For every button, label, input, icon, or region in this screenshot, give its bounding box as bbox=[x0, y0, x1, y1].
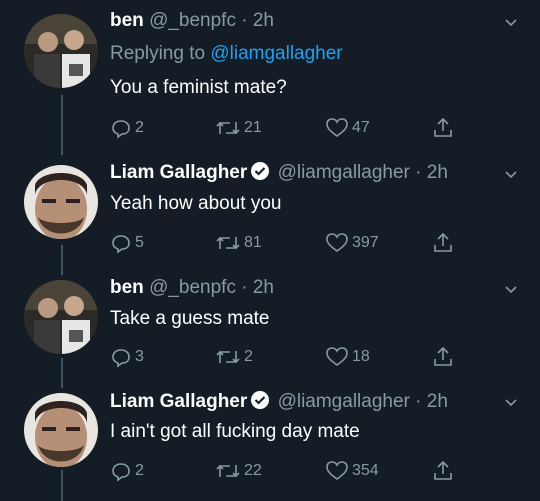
reply-count: 5 bbox=[135, 234, 144, 251]
share-icon bbox=[434, 346, 452, 366]
verified-badge-icon bbox=[251, 162, 270, 180]
reply-icon bbox=[112, 120, 130, 139]
separator: · bbox=[241, 10, 248, 31]
reply-icon bbox=[112, 463, 130, 482]
author-name[interactable]: ben bbox=[110, 10, 144, 31]
tweet-header: Liam Gallagher @liamgallagher · 2h bbox=[110, 390, 448, 413]
chevron-down-icon[interactable] bbox=[503, 281, 519, 297]
like-count: 47 bbox=[352, 119, 370, 136]
chevron-down-icon[interactable] bbox=[503, 14, 519, 30]
avatar[interactable] bbox=[24, 280, 98, 354]
separator: · bbox=[415, 391, 422, 412]
like-count: 354 bbox=[352, 462, 379, 479]
reply-icon bbox=[112, 349, 130, 368]
timestamp[interactable]: 2h bbox=[253, 10, 274, 31]
share-button[interactable] bbox=[432, 117, 457, 139]
share-button[interactable] bbox=[432, 346, 457, 368]
heart-icon bbox=[326, 118, 348, 137]
share-icon bbox=[434, 460, 452, 480]
share-icon bbox=[434, 117, 452, 137]
replying-mention[interactable]: @liamgallagher bbox=[210, 43, 342, 64]
retweet-button[interactable]: 22 bbox=[215, 460, 262, 482]
retweet-icon bbox=[216, 236, 240, 250]
retweet-button[interactable]: 81 bbox=[215, 232, 262, 254]
tweet-header: Liam Gallagher @liamgallagher · 2h bbox=[110, 161, 448, 184]
tweet[interactable]: ben @_benpfc · 2h Replying to @liamgalla… bbox=[0, 0, 540, 150]
reply-button[interactable]: 2 bbox=[110, 460, 144, 482]
separator: · bbox=[241, 277, 248, 298]
author-handle[interactable]: @liamgallagher bbox=[278, 391, 410, 412]
like-button[interactable]: 397 bbox=[325, 232, 379, 254]
author-name[interactable]: ben bbox=[110, 277, 144, 298]
avatar[interactable] bbox=[24, 165, 98, 239]
reply-count: 2 bbox=[135, 462, 144, 479]
chevron-down-icon[interactable] bbox=[503, 166, 519, 182]
author-handle[interactable]: @liamgallagher bbox=[278, 162, 410, 183]
retweet-button[interactable]: 2 bbox=[215, 346, 253, 368]
retweet-count: 81 bbox=[244, 234, 262, 251]
author-name[interactable]: Liam Gallagher bbox=[110, 162, 247, 183]
tweet-header: ben @_benpfc · 2h bbox=[110, 10, 274, 32]
share-button[interactable] bbox=[432, 460, 457, 482]
timestamp[interactable]: 2h bbox=[427, 162, 448, 183]
tweet-actions: 2 22 354 bbox=[110, 460, 520, 482]
tweet[interactable]: Liam Gallagher @liamgallagher · 2h I ain… bbox=[0, 380, 540, 501]
replying-prefix: Replying to bbox=[110, 43, 211, 64]
retweet-count: 2 bbox=[244, 348, 253, 365]
avatar[interactable] bbox=[24, 14, 98, 88]
retweet-count: 22 bbox=[244, 462, 262, 479]
author-handle[interactable]: @_benpfc bbox=[149, 10, 236, 31]
author-handle[interactable]: @_benpfc bbox=[149, 277, 236, 298]
tweet-text: Take a guess mate bbox=[110, 308, 270, 329]
heart-icon bbox=[326, 347, 348, 366]
like-button[interactable]: 18 bbox=[325, 346, 370, 368]
share-button[interactable] bbox=[432, 232, 457, 254]
retweet-icon bbox=[216, 121, 240, 135]
like-count: 397 bbox=[352, 234, 379, 251]
timestamp[interactable]: 2h bbox=[427, 391, 448, 412]
tweet-actions: 2 21 47 bbox=[110, 117, 520, 139]
reply-icon bbox=[112, 235, 130, 254]
tweet-actions: 5 81 397 bbox=[110, 232, 520, 254]
avatar[interactable] bbox=[24, 393, 98, 467]
verified-badge-icon bbox=[251, 391, 270, 409]
like-button[interactable]: 354 bbox=[325, 460, 379, 482]
reply-button[interactable]: 5 bbox=[110, 232, 144, 254]
replying-to: Replying to @liamgallagher bbox=[110, 43, 343, 65]
retweet-button[interactable]: 21 bbox=[215, 117, 262, 139]
timestamp[interactable]: 2h bbox=[253, 277, 274, 298]
tweet[interactable]: Liam Gallagher @liamgallagher · 2h Yeah … bbox=[0, 150, 540, 268]
chevron-down-icon[interactable] bbox=[503, 394, 519, 410]
tweet-header: ben @_benpfc · 2h bbox=[110, 277, 274, 299]
heart-icon bbox=[326, 461, 348, 480]
share-icon bbox=[434, 232, 452, 252]
reply-button[interactable]: 2 bbox=[110, 117, 144, 139]
author-name[interactable]: Liam Gallagher bbox=[110, 391, 247, 412]
reply-button[interactable]: 3 bbox=[110, 346, 144, 368]
tweet-text: Yeah how about you bbox=[110, 193, 282, 214]
retweet-icon bbox=[216, 464, 240, 478]
tweet-actions: 3 2 18 bbox=[110, 346, 520, 368]
reply-count: 3 bbox=[135, 348, 144, 365]
tweet-text: I ain't got all fucking day mate bbox=[110, 421, 360, 442]
tweet-text: You a feminist mate? bbox=[110, 77, 287, 98]
heart-icon bbox=[326, 233, 348, 252]
like-button[interactable]: 47 bbox=[325, 117, 370, 139]
separator: · bbox=[415, 162, 422, 183]
like-count: 18 bbox=[352, 348, 370, 365]
reply-count: 2 bbox=[135, 119, 144, 136]
tweet[interactable]: ben @_benpfc · 2h Take a guess mate 3 2 … bbox=[0, 268, 540, 380]
retweet-count: 21 bbox=[244, 119, 262, 136]
retweet-icon bbox=[216, 350, 240, 364]
